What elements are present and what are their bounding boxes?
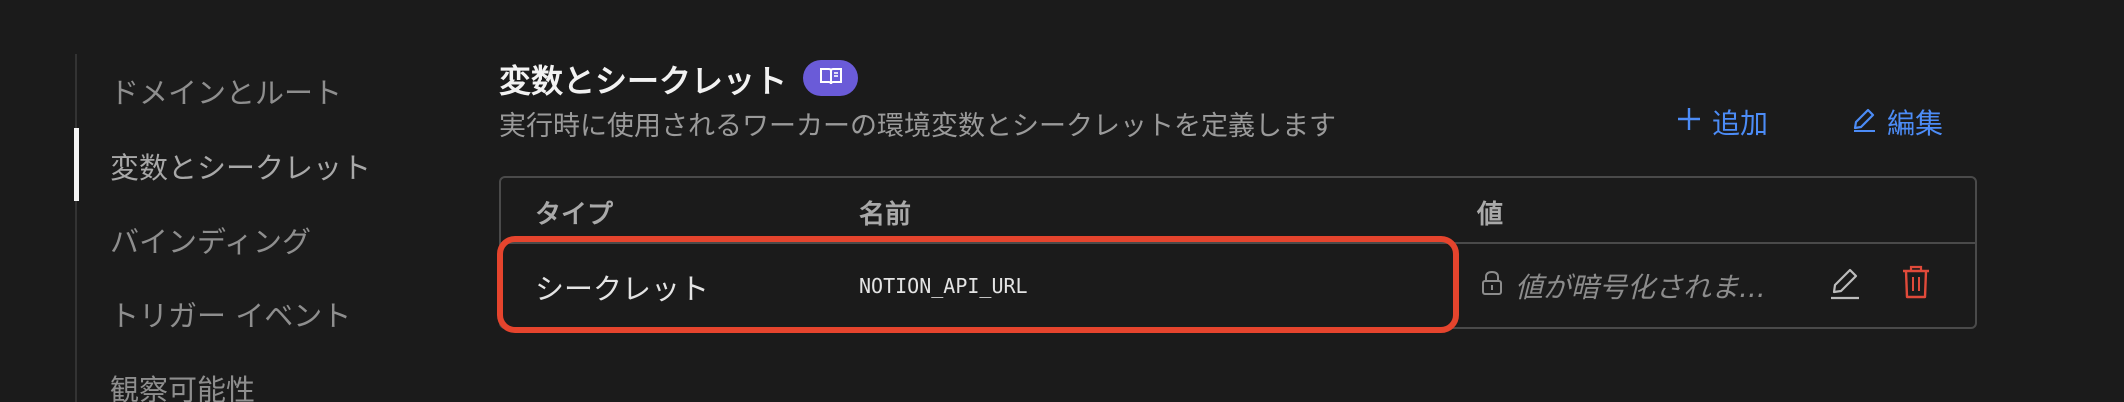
column-header-value: 値	[1477, 200, 1504, 230]
sidebar-item-variables-secrets[interactable]: 変数とシークレット	[110, 145, 371, 187]
plus-icon	[1676, 106, 1702, 139]
edit-button[interactable]: 編集	[1851, 102, 1943, 142]
docs-badge[interactable]	[803, 60, 858, 96]
cell-type: シークレット	[535, 272, 710, 306]
page: ドメインとルート 変数とシークレット バインディング トリガー イベント 観察可…	[0, 0, 2124, 402]
book-icon	[819, 67, 842, 89]
pencil-icon	[1829, 268, 1861, 304]
column-header-type: タイプ	[535, 200, 614, 230]
pencil-icon	[1851, 106, 1877, 139]
sidebar-rail	[75, 54, 77, 402]
sidebar-item-observability[interactable]: 観察可能性	[110, 367, 255, 402]
cell-value: 値が暗号化されま...	[1481, 266, 1766, 306]
edit-button-label: 編集	[1887, 107, 1944, 140]
encrypted-value-text: 値が暗号化されま...	[1515, 271, 1766, 304]
table-header-row: タイプ 名前 値	[501, 178, 1975, 244]
variables-table: タイプ 名前 値 シークレット NOTION_API_URL 値が暗号化されま.…	[499, 176, 1977, 329]
sidebar-item-domains-routes[interactable]: ドメインとルート	[110, 70, 342, 112]
section-title: 変数とシークレット	[499, 62, 788, 100]
add-button[interactable]: 追加	[1676, 102, 1768, 142]
add-button-label: 追加	[1712, 107, 1769, 140]
table-row: シークレット NOTION_API_URL 値が暗号化されま...	[501, 244, 1975, 329]
row-delete-button[interactable]	[1901, 264, 1931, 304]
row-edit-button[interactable]	[1829, 266, 1861, 304]
sidebar-item-bindings[interactable]: バインディング	[110, 219, 311, 261]
sidebar-item-trigger-events[interactable]: トリガー イベント	[110, 293, 351, 335]
lock-icon	[1481, 270, 1503, 303]
section-subtitle: 実行時に使用されるワーカーの環境変数とシークレットを定義します	[499, 111, 1336, 142]
cell-name: NOTION_API_URL	[859, 274, 1028, 298]
trash-icon	[1901, 265, 1931, 304]
sidebar-active-indicator	[74, 128, 79, 201]
column-header-name: 名前	[859, 200, 912, 230]
